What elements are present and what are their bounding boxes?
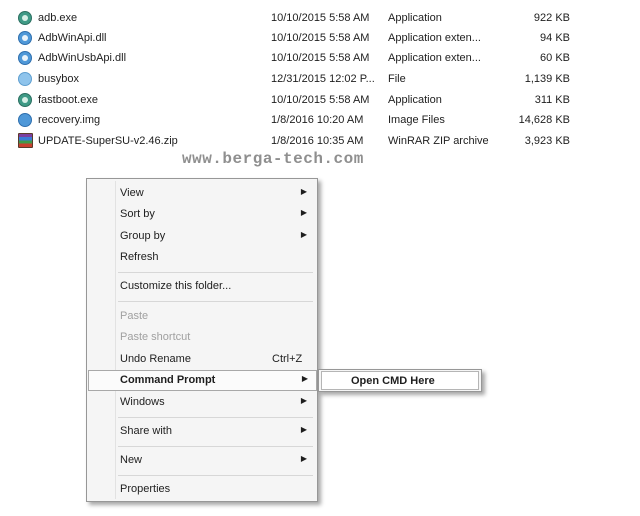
file-date: 10/10/2015 5:58 AM xyxy=(271,52,370,64)
file-date: 10/10/2015 5:58 AM xyxy=(271,32,370,44)
file-date: 10/10/2015 5:58 AM xyxy=(271,12,370,24)
watermark: www.berga-tech.com xyxy=(182,150,364,168)
menu-item-label: Sort by xyxy=(120,208,155,220)
file-row[interactable]: AdbWinUsbApi.dll 10/10/2015 5:58 AM Appl… xyxy=(0,48,640,68)
file-name: busybox xyxy=(38,73,79,85)
file-type: Application xyxy=(388,12,442,24)
menu-item-label: Open CMD Here xyxy=(351,375,435,387)
file-row[interactable]: recovery.img 1/8/2016 10:20 AM Image Fil… xyxy=(0,110,640,130)
chevron-right-icon: ▶ xyxy=(301,374,308,383)
file-row[interactable]: fastboot.exe 10/10/2015 5:58 AM Applicat… xyxy=(0,90,640,110)
file-icon xyxy=(18,72,32,86)
file-name: AdbWinApi.dll xyxy=(38,32,107,44)
menu-item-label: Command Prompt xyxy=(120,374,216,386)
menu-item-view[interactable]: View ▶ xyxy=(89,183,315,204)
menu-item-label: Refresh xyxy=(120,251,159,263)
file-row[interactable]: UPDATE-SuperSU-v2.46.zip 1/8/2016 10:35 … xyxy=(0,131,640,151)
winrar-archive-icon xyxy=(18,133,33,148)
file-size: 922 KB xyxy=(533,12,570,24)
file-name: UPDATE-SuperSU-v2.46.zip xyxy=(38,135,178,147)
file-size: 14,628 KB xyxy=(518,114,570,126)
file-type: File xyxy=(388,73,406,85)
file-name: recovery.img xyxy=(38,114,101,126)
file-type: Application exten... xyxy=(388,32,481,44)
chevron-right-icon: ▶ xyxy=(300,396,307,405)
shortcut-text: Ctrl+Z xyxy=(272,353,303,365)
menu-item-label: Group by xyxy=(120,230,166,242)
file-row[interactable]: AdbWinApi.dll 10/10/2015 5:58 AM Applica… xyxy=(0,28,640,48)
file-date: 12/31/2015 12:02 P... xyxy=(271,73,375,85)
menu-item-label: Windows xyxy=(120,396,165,408)
menu-item-group-by[interactable]: Group by ▶ xyxy=(89,226,315,247)
menu-item-paste: Paste xyxy=(89,306,315,327)
file-size: 3,923 KB xyxy=(524,135,570,147)
menu-item-label: Share with xyxy=(120,425,172,437)
menu-item-share-with[interactable]: Share with ▶ xyxy=(89,421,315,442)
application-icon xyxy=(18,11,32,25)
menu-separator xyxy=(118,446,313,447)
file-name: AdbWinUsbApi.dll xyxy=(38,52,127,64)
menu-separator xyxy=(118,417,313,418)
file-date: 1/8/2016 10:35 AM xyxy=(271,135,364,147)
file-name: adb.exe xyxy=(38,12,78,24)
chevron-right-icon: ▶ xyxy=(300,454,307,463)
chevron-right-icon: ▶ xyxy=(300,230,307,239)
menu-separator xyxy=(118,475,313,476)
menu-item-properties[interactable]: Properties xyxy=(89,479,315,500)
menu-separator xyxy=(118,272,313,273)
menu-item-sort-by[interactable]: Sort by ▶ xyxy=(89,204,315,225)
dll-icon xyxy=(18,31,32,45)
menu-item-label: Customize this folder... xyxy=(120,280,232,292)
chevron-right-icon: ▶ xyxy=(300,187,307,196)
file-size: 94 KB xyxy=(540,32,570,44)
file-size: 1,139 KB xyxy=(524,73,570,85)
menu-item-undo-rename[interactable]: Undo Rename Ctrl+Z xyxy=(89,349,315,370)
menu-item-customize-folder[interactable]: Customize this folder... xyxy=(89,276,315,297)
menu-item-label: Undo Rename xyxy=(120,353,191,365)
menu-separator xyxy=(118,301,313,302)
chevron-right-icon: ▶ xyxy=(300,425,307,434)
menu-item-command-prompt[interactable]: Command Prompt ▶ xyxy=(88,370,317,391)
menu-item-label: New xyxy=(120,454,143,466)
menu-item-label: Paste shortcut xyxy=(120,331,191,343)
menu-item-refresh[interactable]: Refresh xyxy=(89,247,315,268)
menu-item-open-cmd-here[interactable]: Open CMD Here xyxy=(321,371,479,390)
file-size: 311 KB xyxy=(534,94,570,106)
file-row[interactable]: adb.exe 10/10/2015 5:58 AM Application 9… xyxy=(0,8,640,28)
file-size: 60 KB xyxy=(540,52,570,64)
file-type: Image Files xyxy=(388,114,445,126)
file-type: Application exten... xyxy=(388,52,481,64)
menu-item-label: Paste xyxy=(120,310,149,322)
menu-item-label: Properties xyxy=(120,483,171,495)
menu-item-new[interactable]: New ▶ xyxy=(89,450,315,471)
application-icon xyxy=(18,93,32,107)
context-menu: View ▶ Sort by ▶ Group by ▶ Refresh Cust… xyxy=(86,178,318,502)
menu-item-label: View xyxy=(120,187,144,199)
command-prompt-submenu: Open CMD Here xyxy=(318,369,482,392)
file-type: WinRAR ZIP archive xyxy=(388,135,489,147)
dll-icon xyxy=(18,51,32,65)
file-date: 10/10/2015 5:58 AM xyxy=(271,94,370,106)
file-date: 1/8/2016 10:20 AM xyxy=(271,114,364,126)
image-file-icon xyxy=(18,113,32,127)
menu-item-paste-shortcut: Paste shortcut xyxy=(89,327,315,348)
chevron-right-icon: ▶ xyxy=(300,208,307,217)
file-row[interactable]: busybox 12/31/2015 12:02 P... File 1,139… xyxy=(0,69,640,89)
file-type: Application xyxy=(388,94,442,106)
menu-item-windows[interactable]: Windows ▶ xyxy=(89,392,315,413)
file-name: fastboot.exe xyxy=(38,94,98,106)
